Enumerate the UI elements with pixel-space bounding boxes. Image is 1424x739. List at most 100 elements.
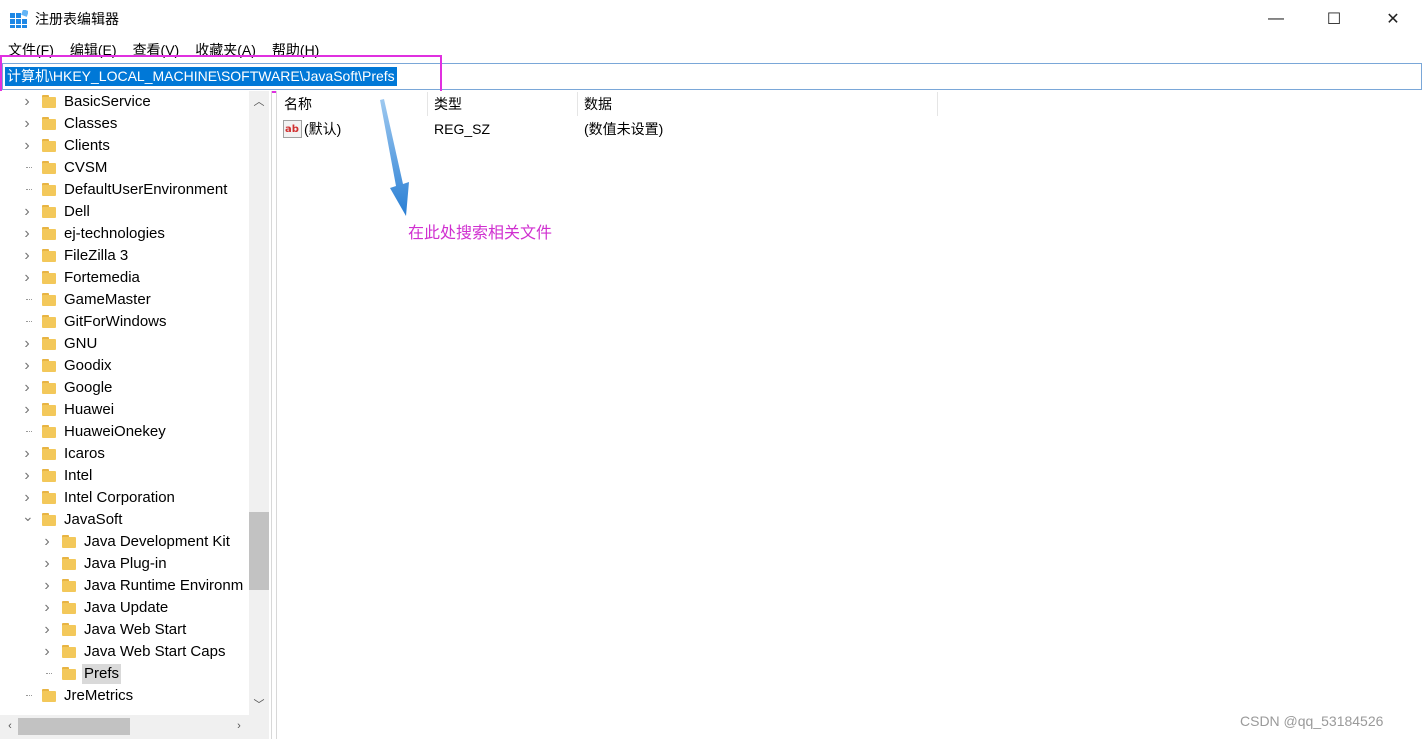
column-header-name[interactable]: 名称 bbox=[284, 92, 312, 116]
tree-item-label[interactable]: JavaSoft bbox=[64, 510, 122, 530]
tree-item-label[interactable]: JreMetrics bbox=[64, 686, 133, 706]
tree-item[interactable]: › Java Development Kit bbox=[0, 531, 250, 553]
close-button[interactable]: ✕ bbox=[1364, 0, 1422, 38]
chevron-right-icon[interactable]: › bbox=[42, 556, 52, 572]
chevron-right-icon[interactable]: › bbox=[42, 622, 52, 638]
tree-item-label[interactable]: Huawei bbox=[64, 400, 114, 420]
annotation-text: 在此处搜索相关文件 bbox=[408, 225, 553, 242]
tree-item-label[interactable]: CVSM bbox=[64, 158, 107, 178]
tree-item[interactable]: CVSM bbox=[0, 157, 250, 179]
chevron-right-icon[interactable]: › bbox=[42, 600, 52, 616]
tree-item-label[interactable]: FileZilla 3 bbox=[64, 246, 128, 266]
maximize-button[interactable]: ☐ bbox=[1305, 0, 1363, 38]
tree-item[interactable]: › Icaros bbox=[0, 443, 250, 465]
column-header-data[interactable]: 数据 bbox=[584, 92, 612, 116]
chevron-right-icon[interactable]: › bbox=[22, 204, 32, 220]
chevron-down-icon[interactable]: ⌄ bbox=[22, 509, 34, 523]
tree-item-label[interactable]: Dell bbox=[64, 202, 90, 222]
value-name[interactable]: (默认) bbox=[304, 119, 341, 139]
tree-item[interactable]: › Classes bbox=[0, 113, 250, 135]
tree-item-label[interactable]: GitForWindows bbox=[64, 312, 167, 332]
tree-item[interactable]: › Java Update bbox=[0, 597, 250, 619]
chevron-right-icon[interactable]: › bbox=[42, 644, 52, 660]
column-separator[interactable] bbox=[427, 92, 428, 116]
tree-item[interactable]: › Clients bbox=[0, 135, 250, 157]
tree-item-label[interactable]: ej-technologies bbox=[64, 224, 165, 244]
tree-item-label[interactable]: Goodix bbox=[64, 356, 112, 376]
tree-vertical-scroll-thumb[interactable] bbox=[249, 512, 269, 590]
tree-item-label[interactable]: Java Web Start bbox=[84, 620, 186, 640]
tree-item-label[interactable]: HuaweiOnekey bbox=[64, 422, 166, 442]
chevron-right-icon[interactable]: › bbox=[42, 578, 52, 594]
tree-item-label[interactable]: Clients bbox=[64, 136, 110, 156]
tree-item[interactable]: GitForWindows bbox=[0, 311, 250, 333]
scroll-down-icon[interactable]: ﹀ bbox=[249, 696, 269, 714]
tree-horizontal-scroll-thumb[interactable] bbox=[18, 718, 130, 735]
tree-item[interactable]: › GNU bbox=[0, 333, 250, 355]
tree-item[interactable]: ⌄ JavaSoft bbox=[0, 509, 250, 531]
chevron-right-icon[interactable]: › bbox=[22, 468, 32, 484]
tree-item-label[interactable]: Google bbox=[64, 378, 112, 398]
tree-item[interactable]: › Dell bbox=[0, 201, 250, 223]
folder-icon bbox=[42, 689, 56, 702]
tree-item-label[interactable]: Classes bbox=[64, 114, 117, 134]
tree-item[interactable]: Prefs bbox=[0, 663, 250, 685]
tree-item[interactable]: › Google bbox=[0, 377, 250, 399]
tree-item-label[interactable]: Java Update bbox=[84, 598, 168, 618]
tree-item[interactable]: GameMaster bbox=[0, 289, 250, 311]
tree-item[interactable]: › Fortemedia bbox=[0, 267, 250, 289]
tree-item[interactable]: › BasicService bbox=[0, 91, 250, 113]
tree-item-label[interactable]: GameMaster bbox=[64, 290, 151, 310]
scroll-right-icon[interactable]: › bbox=[232, 718, 246, 735]
chevron-right-icon[interactable]: › bbox=[22, 336, 32, 352]
tree-item-label[interactable]: DefaultUserEnvironment bbox=[64, 180, 227, 200]
tree-item[interactable]: JreMetrics bbox=[0, 685, 250, 707]
tree-item[interactable]: DefaultUserEnvironment bbox=[0, 179, 250, 201]
folder-icon bbox=[42, 95, 56, 108]
tree-item[interactable]: › Java Plug-in bbox=[0, 553, 250, 575]
tree-item-label[interactable]: BasicService bbox=[64, 92, 151, 112]
tree-item[interactable]: › Huawei bbox=[0, 399, 250, 421]
tree-item-label[interactable]: GNU bbox=[64, 334, 97, 354]
tree-item[interactable]: › Java Web Start bbox=[0, 619, 250, 641]
tree-item[interactable]: › Java Runtime Environm bbox=[0, 575, 250, 597]
tree-item[interactable]: › FileZilla 3 bbox=[0, 245, 250, 267]
values-pane[interactable] bbox=[276, 91, 1424, 739]
tree-item-label[interactable]: Java Development Kit bbox=[84, 532, 230, 552]
tree-item-label[interactable]: Intel bbox=[64, 466, 92, 486]
chevron-right-icon[interactable]: › bbox=[22, 270, 32, 286]
tree-item-label[interactable]: Fortemedia bbox=[64, 268, 140, 288]
column-separator[interactable] bbox=[577, 92, 578, 116]
minimize-button[interactable]: — bbox=[1247, 0, 1305, 38]
tree-item-label[interactable]: Java Runtime Environm bbox=[84, 576, 243, 596]
column-header-type[interactable]: 类型 bbox=[434, 92, 462, 116]
tree-item[interactable]: › Intel Corporation bbox=[0, 487, 250, 509]
chevron-right-icon[interactable]: › bbox=[22, 490, 32, 506]
tree-item[interactable]: › Intel bbox=[0, 465, 250, 487]
scroll-up-icon[interactable]: ︿ bbox=[249, 93, 269, 111]
chevron-right-icon[interactable]: › bbox=[22, 248, 32, 264]
tree-item-label[interactable]: Prefs bbox=[82, 664, 122, 684]
chevron-right-icon[interactable]: › bbox=[22, 446, 32, 462]
tree-item[interactable]: HuaweiOnekey bbox=[0, 421, 250, 443]
chevron-right-icon[interactable]: › bbox=[22, 94, 32, 110]
tree-item[interactable]: › Goodix bbox=[0, 355, 250, 377]
tree-item-label[interactable]: Java Plug-in bbox=[84, 554, 167, 574]
tree-item-label[interactable]: Icaros bbox=[64, 444, 105, 464]
folder-icon bbox=[42, 381, 56, 394]
chevron-right-icon[interactable]: › bbox=[22, 138, 32, 154]
column-separator[interactable] bbox=[937, 92, 938, 116]
chevron-right-icon[interactable]: › bbox=[22, 226, 32, 242]
tree-item[interactable]: › Java Web Start Caps bbox=[0, 641, 250, 663]
scroll-left-icon[interactable]: ‹ bbox=[3, 718, 17, 735]
tree-item[interactable]: › ej-technologies bbox=[0, 223, 250, 245]
key-tree[interactable]: › BasicService › Classes › Clients CVSM Default… bbox=[0, 91, 272, 739]
tree-item-label[interactable]: Intel Corporation bbox=[64, 488, 175, 508]
tree-vertical-scrollbar[interactable] bbox=[249, 91, 269, 715]
chevron-right-icon[interactable]: › bbox=[42, 534, 52, 550]
chevron-right-icon[interactable]: › bbox=[22, 380, 32, 396]
chevron-right-icon[interactable]: › bbox=[22, 358, 32, 374]
chevron-right-icon[interactable]: › bbox=[22, 402, 32, 418]
chevron-right-icon[interactable]: › bbox=[22, 116, 32, 132]
tree-item-label[interactable]: Java Web Start Caps bbox=[84, 642, 225, 662]
